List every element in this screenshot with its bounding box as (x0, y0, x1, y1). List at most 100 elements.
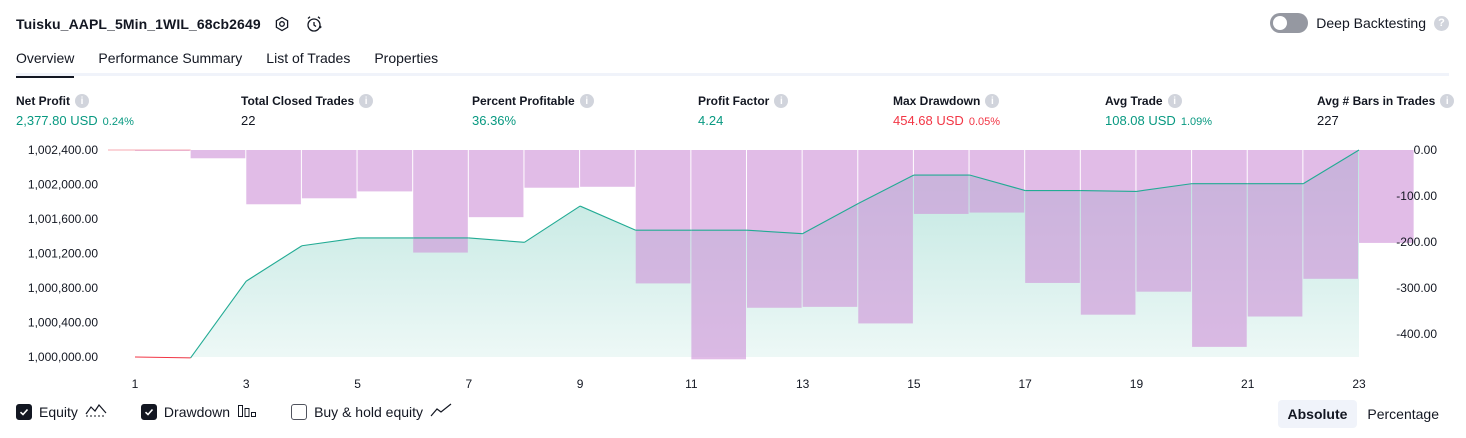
deep-backtesting-control: Deep Backtesting ? (1270, 13, 1449, 33)
drawdown-bar (1303, 150, 1358, 279)
deep-backtesting-label: Deep Backtesting (1316, 15, 1426, 31)
metric-label: Profit Factor (698, 94, 770, 108)
info-icon[interactable]: i (1440, 94, 1455, 108)
info-icon[interactable]: i (774, 94, 789, 108)
settings-icon[interactable] (271, 13, 293, 35)
metric-value: 36.36% (472, 113, 517, 128)
x-axis-tick-label: 15 (907, 377, 921, 391)
legend-buy-hold-equity[interactable]: Buy & hold equity (291, 402, 452, 421)
metric-percent-profitable: Percent Profitable i 36.36% (472, 94, 594, 128)
metric-label: Net Profit (16, 94, 70, 108)
x-axis-tick-label: 23 (1352, 377, 1366, 391)
metric-total-closed-trades: Total Closed Trades i 22 (241, 94, 374, 128)
right-axis-tick-label: -400.00 (1396, 327, 1437, 341)
left-axis-tick-label: 1,002,000.00 (28, 178, 98, 192)
drawdown-bar (190, 150, 246, 159)
drawdown-bar (913, 150, 969, 214)
metric-percent: 0.24% (102, 116, 134, 128)
metric-net-profit: Net Profit i 2,377.80 USD 0.24% (16, 94, 134, 128)
drawdown-bar (246, 150, 301, 205)
drawdown-bar (1247, 150, 1303, 317)
drawdown-checkbox[interactable] (140, 403, 157, 420)
metric-avg-trade: Avg Trade i 108.08 USD 1.09% (1105, 94, 1212, 128)
x-axis-tick-label: 7 (465, 377, 472, 391)
left-axis-tick-label: 1,002,400.00 (28, 143, 98, 157)
deep-backtesting-toggle[interactable] (1270, 13, 1309, 33)
right-axis-tick-label: 0.00 (1414, 143, 1438, 157)
drawdown-bar (1080, 150, 1136, 315)
legend-equity[interactable]: Equity (16, 402, 107, 421)
drawdown-bar (357, 150, 413, 192)
info-icon[interactable]: i (985, 94, 1000, 108)
drawdown-bar (1136, 150, 1192, 292)
left-axis-tick-label: 1,001,600.00 (28, 212, 98, 226)
value-mode-switch: Absolute Percentage (1277, 400, 1450, 428)
info-icon[interactable]: i (359, 94, 374, 108)
x-axis-tick-label: 1 (132, 377, 139, 391)
info-icon[interactable]: i (1167, 94, 1182, 108)
mode-percentage[interactable]: Percentage (1357, 400, 1449, 428)
mode-absolute[interactable]: Absolute (1277, 400, 1358, 428)
metric-label: Total Closed Trades (241, 94, 355, 108)
metric-value: 227 (1317, 113, 1339, 128)
drawdown-bar (413, 150, 468, 253)
drawdown-bar (524, 150, 580, 188)
drawdown-bar (301, 150, 357, 199)
x-axis-tick-label: 19 (1130, 377, 1144, 391)
equity-checkbox[interactable] (16, 403, 32, 420)
metric-percent: 1.09% (1180, 116, 1213, 128)
metric-value: 22 (241, 113, 256, 128)
drawdown-bar (969, 150, 1025, 213)
strategy-title: Tuisku_AAPL_5Min_1WIL_68cb2649 (16, 16, 261, 32)
metric-label: Avg # Bars in Trades (1317, 94, 1436, 108)
drawdown-bar (691, 150, 746, 360)
right-axis-tick-label: -100.00 (1396, 189, 1437, 203)
x-axis-tick-label: 9 (577, 377, 584, 391)
metric-value: 108.08 USD (1105, 113, 1176, 128)
metric-max-drawdown: Max Drawdown i 454.68 USD 0.05% (893, 94, 1000, 128)
toggle-knob (1273, 16, 1288, 30)
left-axis-tick-label: 1,000,000.00 (28, 350, 98, 364)
legend-label: Equity (39, 403, 78, 420)
metric-profit-factor: Profit Factor i 4.24 (698, 94, 789, 128)
metric-label: Max Drawdown (893, 94, 981, 108)
right-axis-tick-label: -300.00 (1396, 281, 1437, 295)
trend-line-icon (430, 402, 452, 421)
metric-value: 2,377.80 USD (16, 113, 98, 128)
strategy-header: Tuisku_AAPL_5Min_1WIL_68cb2649 (16, 12, 325, 36)
chart-legend: Equity Drawdown Buy & hold equity (16, 402, 486, 421)
equity-drawdown-chart[interactable]: 1,002,400.00 1,002,000.00 1,001,600.00 1,00… (0, 138, 1466, 400)
info-icon[interactable]: i (579, 94, 594, 108)
equity-line-icon (85, 402, 107, 421)
drawdown-bar (1192, 150, 1247, 347)
legend-drawdown[interactable]: Drawdown (140, 402, 257, 421)
x-axis-tick-label: 17 (1019, 377, 1033, 391)
left-axis-tick-label: 1,001,200.00 (28, 247, 98, 261)
x-axis-tick-label: 21 (1241, 377, 1255, 391)
x-axis-tick-label: 11 (685, 377, 698, 391)
drawdown-bar (580, 150, 635, 187)
metric-label: Percent Profitable (472, 94, 575, 108)
bar-chart-icon (237, 402, 257, 421)
alarm-clock-icon[interactable] (303, 13, 325, 35)
drawdown-bar (635, 150, 691, 284)
help-icon[interactable]: ? (1434, 15, 1449, 31)
tab-divider (16, 73, 1449, 76)
x-axis-tick-label: 3 (243, 377, 250, 391)
drawdown-bar (802, 150, 858, 307)
metric-value: 4.24 (698, 113, 724, 128)
x-axis-tick-label: 5 (354, 377, 361, 391)
legend-label: Buy & hold equity (314, 403, 424, 420)
drawdown-bar (468, 150, 524, 218)
legend-label: Drawdown (163, 403, 231, 420)
metric-avg-bars-in-trades: Avg # Bars in Trades i 227 (1317, 94, 1455, 128)
info-icon[interactable]: i (75, 94, 89, 108)
x-axis-tick-label: 13 (796, 377, 810, 391)
left-axis-tick-label: 1,000,400.00 (28, 316, 98, 330)
drawdown-bar (747, 150, 802, 308)
metric-value: 454.68 USD (893, 113, 964, 128)
buy-hold-checkbox[interactable] (291, 403, 308, 420)
metric-label: Avg Trade (1105, 94, 1163, 108)
drawdown-bar (1025, 150, 1080, 283)
left-axis-tick-label: 1,000,800.00 (28, 281, 98, 295)
